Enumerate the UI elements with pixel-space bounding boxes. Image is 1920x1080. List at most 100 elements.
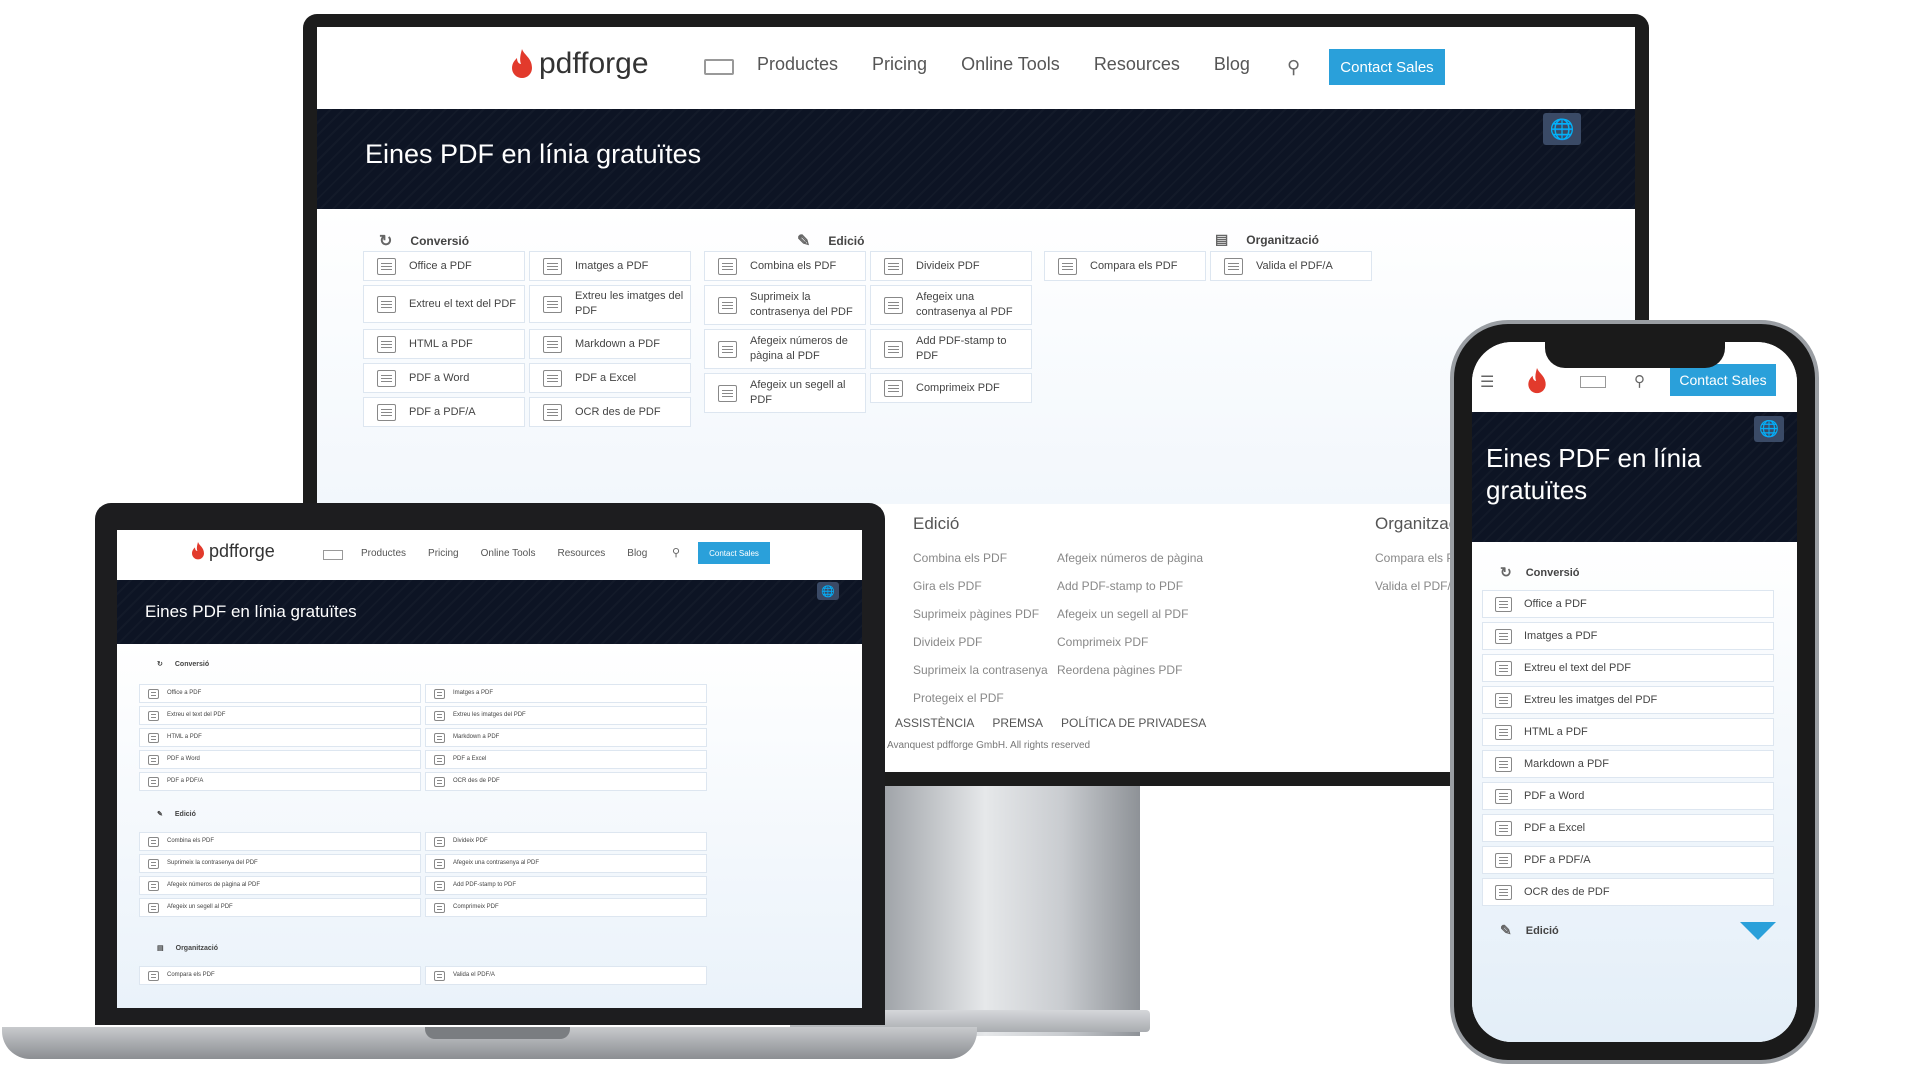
tool-label: Combina els PDF	[750, 259, 837, 272]
footer-link[interactable]: Protegeix el PDF	[913, 684, 1048, 712]
tool-tile[interactable]: Markdown a PDF	[425, 728, 707, 747]
tool-tile[interactable]: PDF a PDF/A	[363, 397, 525, 427]
document-icon	[434, 858, 445, 869]
tool-tile[interactable]: Imatges a PDF	[1482, 622, 1774, 650]
tool-tile[interactable]: HTML a PDF	[139, 728, 421, 747]
tool-tile[interactable]: Comprimeix PDF	[870, 373, 1032, 403]
tool-tile[interactable]: Afegeix una contrasenya al PDF	[425, 854, 707, 873]
tool-tile[interactable]: Imatges a PDF	[529, 251, 691, 281]
tool-tile[interactable]: Valida el PDF/A	[425, 966, 707, 985]
hero-title: Eines PDF en línia gratuïtes	[365, 139, 702, 169]
tool-tile[interactable]: Afegeix números de pàgina al PDF	[704, 329, 866, 369]
footer-link[interactable]: Suprimeix la contrasenya	[913, 656, 1048, 684]
footer-link[interactable]: Comprimeix PDF	[1057, 628, 1203, 656]
nav-blog[interactable]: Blog	[627, 548, 647, 559]
tool-tile[interactable]: HTML a PDF	[363, 329, 525, 359]
tool-tile[interactable]: Extreu les imatges del PDF	[425, 706, 707, 725]
footer-link[interactable]: Afegeix un segell al PDF	[1057, 600, 1203, 628]
tool-tile[interactable]: Office a PDF	[363, 251, 525, 281]
tool-tile[interactable]: Markdown a PDF	[1482, 750, 1774, 778]
nav-online-tools[interactable]: Online Tools	[481, 548, 536, 559]
search-icon[interactable]: ⚲	[672, 546, 680, 559]
nav-resources[interactable]: Resources	[1094, 54, 1180, 75]
tool-tile[interactable]: Markdown a PDF	[529, 329, 691, 359]
tool-tile[interactable]: Afegeix una contrasenya al PDF	[870, 285, 1032, 325]
globe-icon[interactable]: 🌐	[817, 582, 839, 600]
tool-tile[interactable]: Afegeix números de pàgina al PDF	[139, 876, 421, 895]
globe-icon[interactable]: 🌐	[1754, 416, 1784, 442]
tool-tile[interactable]: Compara els PDF	[139, 966, 421, 985]
tool-tile[interactable]: PDF a Word	[363, 363, 525, 393]
nav-blog[interactable]: Blog	[1214, 54, 1250, 75]
tool-tile[interactable]: PDF a Word	[1482, 782, 1774, 810]
hero-title-line1: Eines PDF en línia	[1486, 443, 1702, 473]
tool-tile[interactable]: Extreu el text del PDF	[1482, 654, 1774, 682]
tool-tile[interactable]: PDF a PDF/A	[139, 772, 421, 791]
tool-tile[interactable]: Office a PDF	[1482, 590, 1774, 618]
tool-tile[interactable]: Divideix PDF	[870, 251, 1032, 281]
tool-tile[interactable]: Combina els PDF	[704, 251, 866, 281]
tool-tile[interactable]: PDF a Excel	[425, 750, 707, 769]
nav-pricing[interactable]: Pricing	[428, 548, 459, 559]
footer-link-privadesa[interactable]: POLÍTICA DE PRIVADESA	[1061, 716, 1206, 730]
tool-label: PDF a Word	[167, 756, 200, 763]
footer-link[interactable]: Afegeix números de pàgina	[1057, 544, 1203, 572]
tool-tile[interactable]: Extreu el text del PDF	[139, 706, 421, 725]
pdfforge-logo[interactable]: pdfforge	[189, 540, 275, 562]
footer-link[interactable]: Divideix PDF	[913, 628, 1048, 656]
tool-tile[interactable]: Add PDF-stamp to PDF	[425, 876, 707, 895]
tool-tile[interactable]: Divideix PDF	[425, 832, 707, 851]
footer-link-premsa[interactable]: PREMSA	[992, 716, 1043, 730]
tool-tile[interactable]: Extreu les imatges del PDF	[529, 285, 691, 323]
tool-tile[interactable]: Suprimeix la contrasenya del PDF	[139, 854, 421, 873]
tool-tile[interactable]: Comprimeix PDF	[425, 898, 707, 917]
tool-tile[interactable]: PDF a Excel	[1482, 814, 1774, 842]
tool-tile[interactable]: Compara els PDF	[1044, 251, 1206, 281]
contact-sales-button[interactable]: Contact Sales	[1670, 364, 1776, 396]
footer-link[interactable]: Compara els P	[1375, 544, 1454, 572]
tool-tile[interactable]: PDF a PDF/A	[1482, 846, 1774, 874]
search-icon[interactable]: ⚲	[1287, 57, 1300, 78]
tool-label: Extreu el text del PDF	[409, 297, 516, 310]
tool-tile[interactable]: OCR des de PDF	[425, 772, 707, 791]
tool-tile[interactable]: Add PDF-stamp to PDF	[870, 329, 1032, 369]
tool-tile[interactable]: PDF a Word	[139, 750, 421, 769]
nav-productes[interactable]: Productes	[361, 548, 406, 559]
hamburger-menu-icon[interactable]: ☰	[1480, 372, 1494, 392]
footer-link[interactable]: Suprimeix pàgines PDF	[913, 600, 1048, 628]
scroll-down-arrow-icon[interactable]	[1740, 922, 1776, 940]
contact-sales-button[interactable]: Contact Sales	[698, 542, 770, 564]
pdfforge-logo[interactable]: pdfforge	[507, 47, 649, 81]
tool-tile[interactable]: Valida el PDF/A	[1210, 251, 1372, 281]
tool-tile[interactable]: Suprimeix la contrasenya del PDF	[704, 285, 866, 325]
footer-link[interactable]: Reordena pàgines PDF	[1057, 656, 1203, 684]
devices-icon[interactable]	[704, 59, 734, 75]
tool-tile[interactable]: Extreu el text del PDF	[363, 285, 525, 323]
nav-resources[interactable]: Resources	[557, 548, 605, 559]
tool-tile[interactable]: OCR des de PDF	[529, 397, 691, 427]
tool-tile[interactable]: Imatges a PDF	[425, 684, 707, 703]
tool-tile[interactable]: Extreu les imatges del PDF	[1482, 686, 1774, 714]
nav-online-tools[interactable]: Online Tools	[961, 54, 1060, 75]
footer-link[interactable]: Valida el PDF/	[1375, 572, 1454, 600]
search-icon[interactable]: ⚲	[1634, 372, 1645, 390]
contact-sales-button[interactable]: Contact Sales	[1329, 49, 1445, 85]
footer-link[interactable]: Add PDF-stamp to PDF	[1057, 572, 1203, 600]
nav-productes[interactable]: Productes	[757, 54, 838, 75]
tool-tile[interactable]: Office a PDF	[139, 684, 421, 703]
footer-link[interactable]: Combina els PDF	[913, 544, 1048, 572]
nav-pricing[interactable]: Pricing	[872, 54, 927, 75]
globe-icon[interactable]: 🌐	[1543, 113, 1581, 145]
tool-tile[interactable]: HTML a PDF	[1482, 718, 1774, 746]
tool-tile[interactable]: Combina els PDF	[139, 832, 421, 851]
hero-banner: Eines PDF en línia gratuïtes 🌐	[117, 580, 862, 644]
tool-tile[interactable]: Afegeix un segell al PDF	[704, 373, 866, 413]
footer-link-assistencia[interactable]: ASSISTÈNCIA	[895, 716, 974, 730]
tool-tile[interactable]: OCR des de PDF	[1482, 878, 1774, 906]
devices-icon[interactable]	[1580, 376, 1606, 388]
flame-icon[interactable]	[1524, 366, 1550, 396]
tool-tile[interactable]: PDF a Excel	[529, 363, 691, 393]
tool-tile[interactable]: Afegeix un segell al PDF	[139, 898, 421, 917]
footer-link[interactable]: Gira els PDF	[913, 572, 1048, 600]
devices-icon[interactable]	[323, 550, 343, 560]
